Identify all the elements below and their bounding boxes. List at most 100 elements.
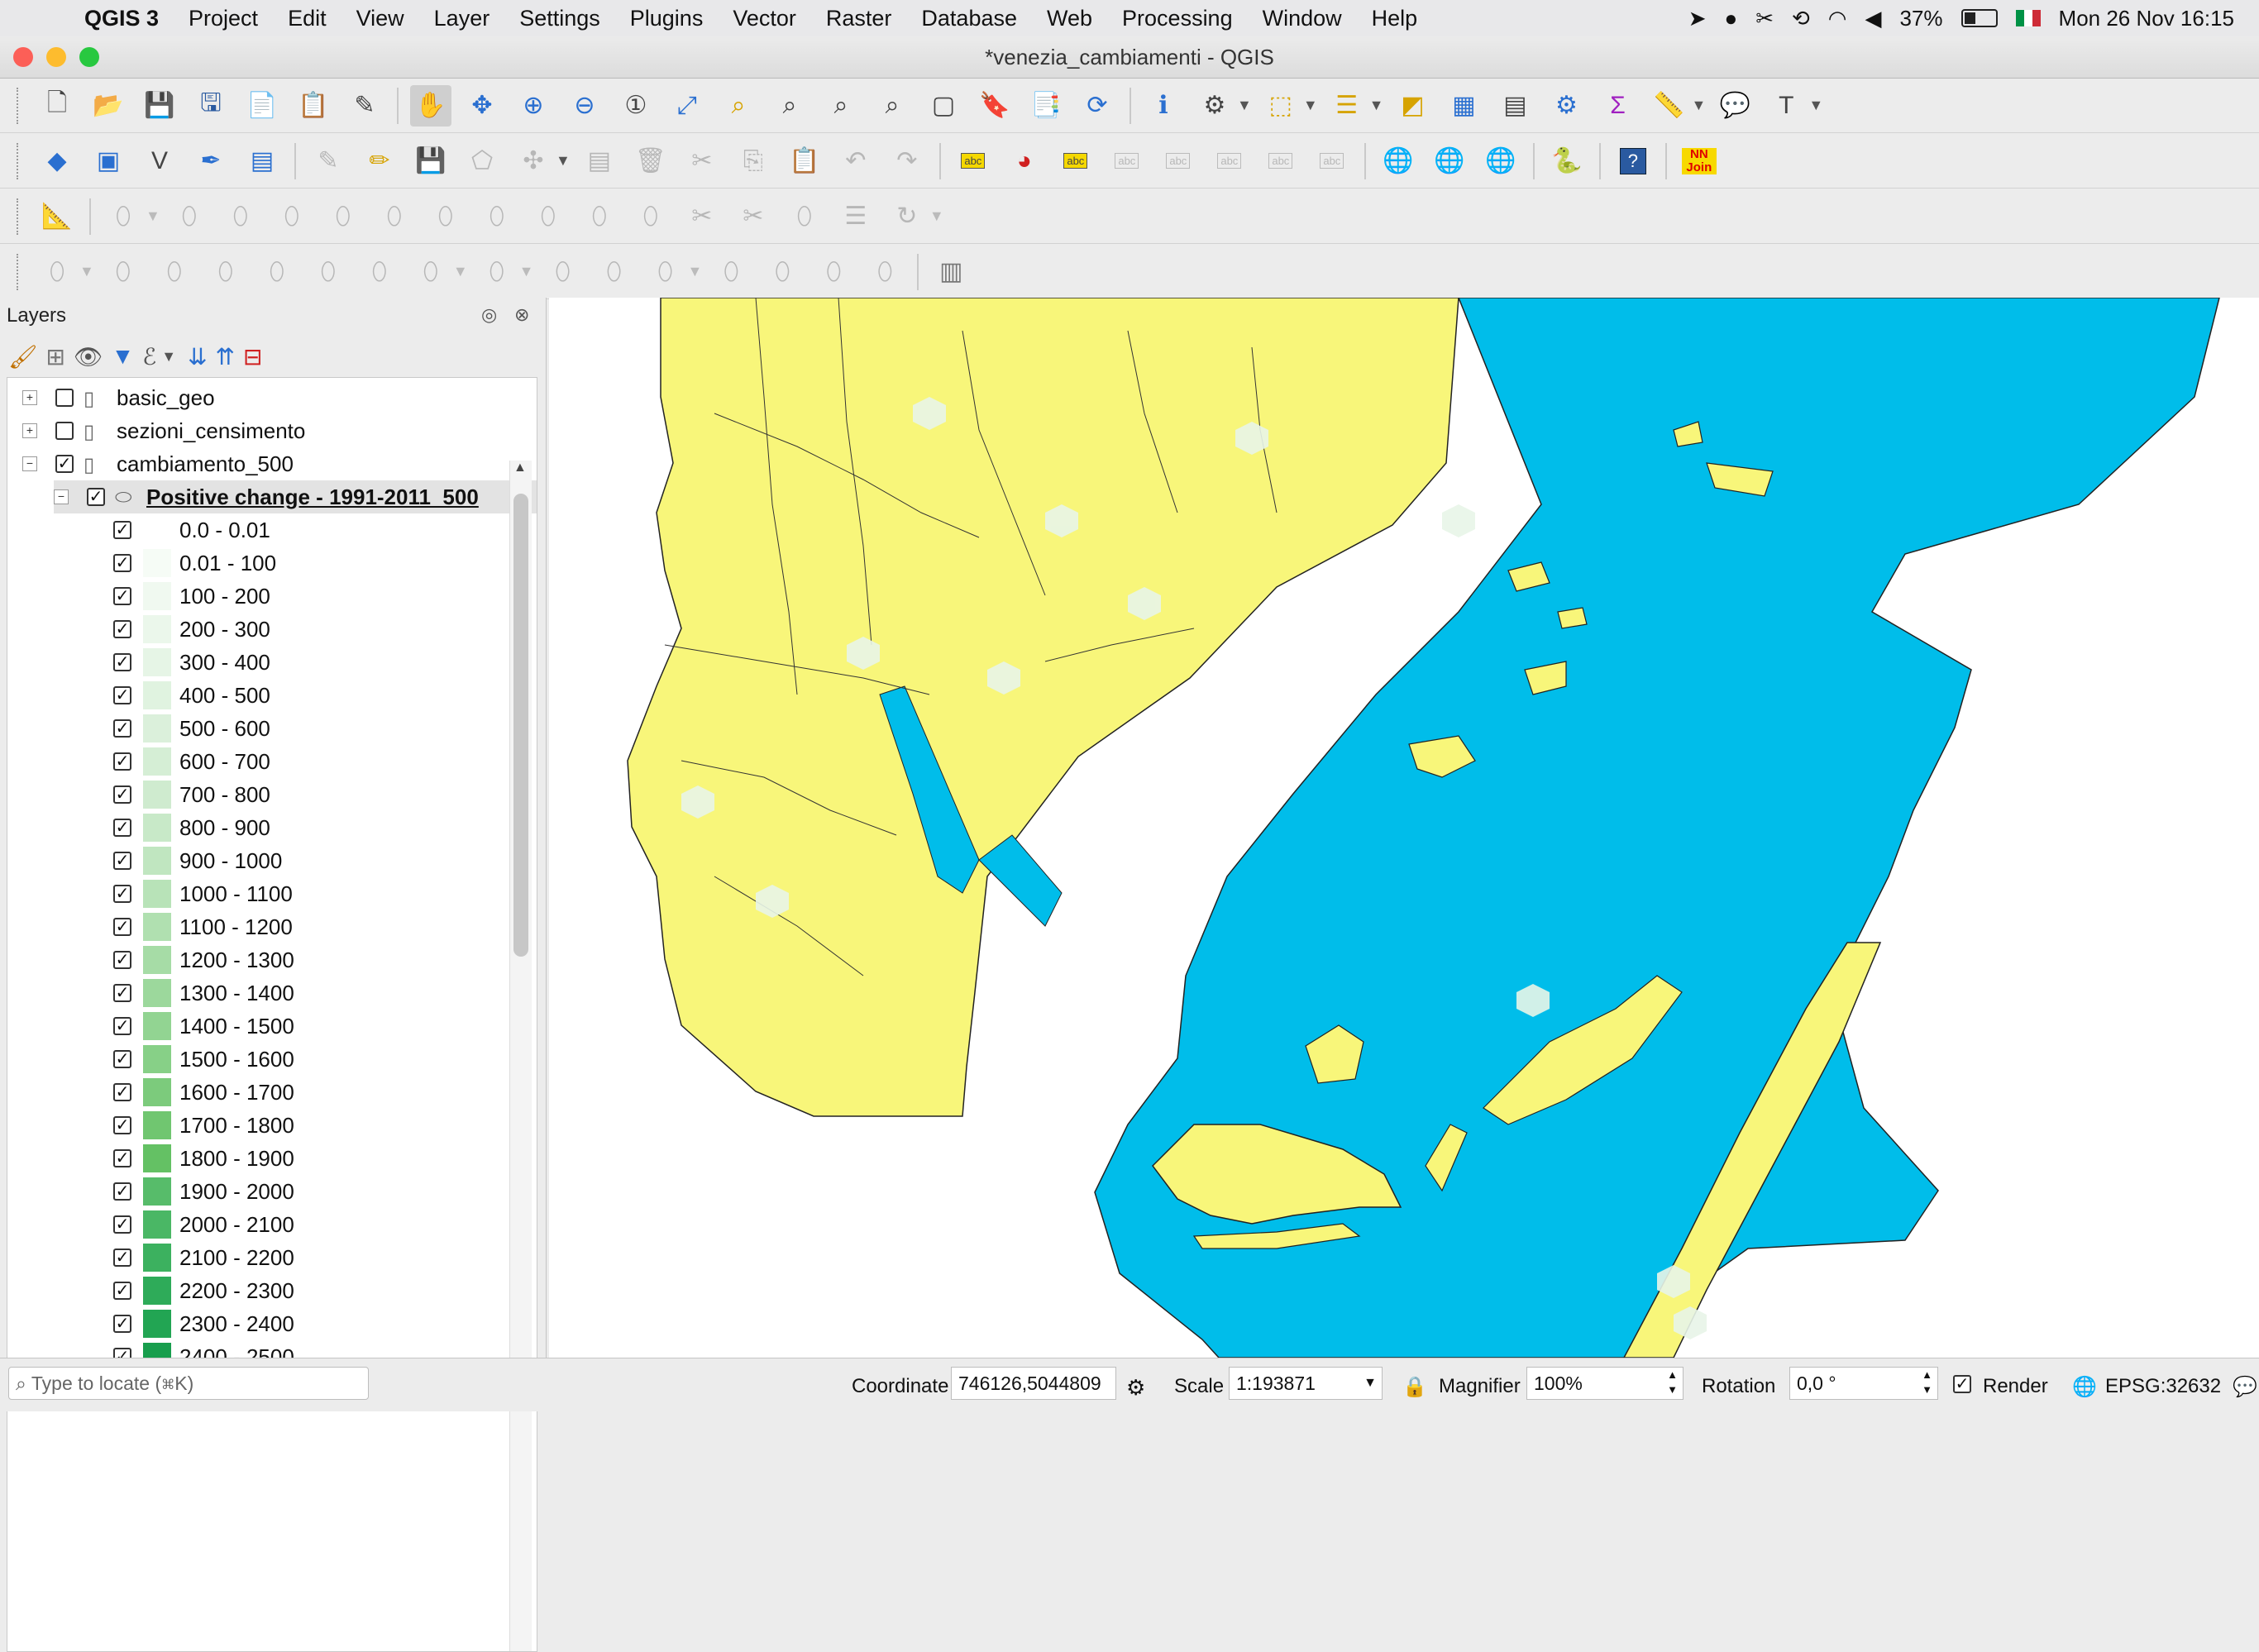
digitize-icon-c[interactable]: ⬯ bbox=[644, 251, 685, 293]
menu-raster[interactable]: Raster bbox=[811, 6, 907, 31]
new-map-view-icon[interactable]: ▢ bbox=[923, 85, 964, 127]
map-svg[interactable] bbox=[549, 298, 2259, 1358]
add-wms-layer-icon[interactable]: 🌐 bbox=[1378, 141, 1419, 182]
legend-class-row[interactable]: ✓ 1600 - 1700 bbox=[113, 1076, 537, 1109]
merge-features-icon[interactable]: ⬯ bbox=[784, 196, 825, 237]
legend-class-checkbox[interactable]: ✓ bbox=[113, 1182, 131, 1201]
text-annotation-icon[interactable]: T bbox=[1765, 85, 1807, 127]
tray-arrow-icon[interactable]: ➤ bbox=[1688, 6, 1707, 31]
legend-class-row[interactable]: ✓ 0.01 - 100 bbox=[113, 547, 537, 580]
locator-search-input[interactable]: ⌕ Type to locate (⌘K) bbox=[8, 1367, 369, 1400]
scale-combobox[interactable]: 1:193871 ▼ bbox=[1229, 1367, 1383, 1400]
chevron-down-icon[interactable]: ▼ bbox=[1364, 1368, 1377, 1399]
open-layer-styling-icon[interactable]: 🖌 bbox=[8, 343, 38, 370]
legend-class-row[interactable]: ✓ 1300 - 1400 bbox=[113, 976, 537, 1010]
modify-attributes-icon[interactable]: ▤ bbox=[579, 141, 620, 182]
volume-icon[interactable]: ◀ bbox=[1865, 6, 1881, 31]
rotate-label-icon[interactable]: abc bbox=[1260, 141, 1301, 182]
legend-class-checkbox[interactable]: ✓ bbox=[113, 1249, 131, 1267]
expand-toggle-icon[interactable]: + bbox=[22, 390, 37, 405]
layer-row[interactable]: − ✓ ▯ cambiamento_500 bbox=[22, 447, 518, 480]
menu-settings[interactable]: Settings bbox=[504, 6, 615, 31]
digitize-icon-a[interactable]: ⬯ bbox=[542, 251, 583, 293]
legend-class-checkbox[interactable]: ✓ bbox=[113, 885, 131, 903]
menu-processing[interactable]: Processing bbox=[1107, 6, 1248, 31]
digitize-icon-e[interactable]: ⬯ bbox=[762, 251, 803, 293]
legend-class-row[interactable]: ✓ 0.0 - 0.01 bbox=[113, 513, 537, 547]
digitize-icon-d[interactable]: ⬯ bbox=[710, 251, 752, 293]
map-canvas[interactable] bbox=[549, 298, 2259, 1358]
add-wfs-layer-icon[interactable]: 🌐 bbox=[1429, 141, 1470, 182]
legend-class-checkbox[interactable]: ✓ bbox=[113, 653, 131, 671]
spinbox-arrows-icon[interactable]: ▲ ▼ bbox=[1922, 1368, 1932, 1397]
reshape-features-icon[interactable]: ⬯ bbox=[579, 196, 620, 237]
copy-features-icon[interactable]: ⎘ bbox=[733, 141, 774, 182]
new-bookmark-icon[interactable]: 🔖 bbox=[974, 85, 1015, 127]
menu-view[interactable]: View bbox=[341, 6, 419, 31]
legend-class-checkbox[interactable]: ✓ bbox=[113, 1050, 131, 1068]
legend-class-row[interactable]: ✓ 900 - 1000 bbox=[113, 844, 537, 877]
select-by-freehand-icon[interactable]: ⬯ bbox=[410, 251, 451, 293]
battery-icon[interactable] bbox=[1961, 9, 1998, 27]
select-by-value-icon[interactable]: ☰ bbox=[1326, 85, 1368, 127]
scrollbar-thumb[interactable] bbox=[513, 494, 528, 957]
legend-class-checkbox[interactable]: ✓ bbox=[113, 819, 131, 837]
digitize-icon-f[interactable]: ⬯ bbox=[813, 251, 854, 293]
statistics-summary-icon[interactable]: ▤ bbox=[1494, 85, 1535, 127]
legend-class-row[interactable]: ✓ 400 - 500 bbox=[113, 679, 537, 712]
pan-to-selection-icon[interactable]: ✥ bbox=[461, 85, 503, 127]
close-panel-icon[interactable]: ⊗ bbox=[514, 304, 529, 326]
menu-edit[interactable]: Edit bbox=[273, 6, 341, 31]
zoom-to-selection-icon[interactable]: ⌕ bbox=[718, 85, 759, 127]
legend-class-checkbox[interactable]: ✓ bbox=[113, 852, 131, 870]
lock-scale-icon[interactable]: 🔒 bbox=[1402, 1375, 1427, 1399]
paste-features-icon[interactable]: 📋 bbox=[784, 141, 825, 182]
legend-class-checkbox[interactable]: ✓ bbox=[113, 719, 131, 738]
legend-class-row[interactable]: ✓ 700 - 800 bbox=[113, 778, 537, 811]
legend-class-row[interactable]: ✓ 1900 - 2000 bbox=[113, 1175, 537, 1208]
rotate-point-symbols-icon[interactable]: ↻ bbox=[886, 196, 928, 237]
minimize-window-button[interactable] bbox=[46, 47, 66, 67]
legend-class-checkbox[interactable]: ✓ bbox=[113, 1215, 131, 1234]
attribute-table-icon[interactable]: ▦ bbox=[1443, 85, 1484, 127]
scroll-up-icon[interactable]: ▲ bbox=[513, 461, 527, 475]
add-ring-icon[interactable]: ⬯ bbox=[322, 196, 364, 237]
refresh-icon[interactable]: ⟳ bbox=[1077, 85, 1118, 127]
legend-class-checkbox[interactable]: ✓ bbox=[113, 521, 131, 539]
diagram-options-icon[interactable]: ◕ bbox=[1004, 141, 1045, 182]
cut-features-icon[interactable]: ✂ bbox=[681, 141, 723, 182]
layer-row[interactable]: + ▯ basic_geo bbox=[22, 381, 518, 414]
add-part-icon[interactable]: ⬯ bbox=[374, 196, 415, 237]
expand-toggle-icon[interactable]: − bbox=[54, 489, 69, 504]
toolbar-grip[interactable] bbox=[17, 253, 23, 290]
render-checkbox[interactable]: ✓ bbox=[1953, 1372, 1971, 1395]
crs-label[interactable]: EPSG:32632 bbox=[2105, 1375, 2221, 1398]
select-by-polygon-icon[interactable]: ⬯ bbox=[359, 251, 400, 293]
clock[interactable]: Mon 26 Nov 16:15 bbox=[2059, 6, 2234, 31]
add-regular-polygon-icon[interactable]: ⬯ bbox=[205, 251, 246, 293]
move-feature-icon[interactable]: ⬯ bbox=[169, 196, 210, 237]
open-project-icon[interactable]: 📂 bbox=[88, 85, 129, 127]
layer-labeling-icon[interactable]: abc bbox=[953, 141, 994, 182]
legend-class-row[interactable]: ✓ 1500 - 1600 bbox=[113, 1043, 537, 1076]
move-label-icon[interactable]: abc bbox=[1209, 141, 1250, 182]
menu-database[interactable]: Database bbox=[906, 6, 1032, 31]
active-layer-row[interactable]: − ✓ ⬭ Positive change - 1991-2011_500 bbox=[54, 480, 537, 513]
gps-plugin-icon[interactable]: ▤ bbox=[241, 141, 283, 182]
add-feature-icon[interactable]: ⬠ bbox=[461, 141, 503, 182]
legend-class-checkbox[interactable]: ✓ bbox=[113, 752, 131, 771]
layer-visibility-checkbox[interactable] bbox=[55, 389, 74, 407]
legend-class-row[interactable]: ✓ 600 - 700 bbox=[113, 745, 537, 778]
identify-features-icon[interactable]: ℹ bbox=[1143, 85, 1184, 127]
messages-icon[interactable]: 💬 bbox=[2233, 1375, 2257, 1399]
legend-class-row[interactable]: ✓ 1800 - 1900 bbox=[113, 1142, 537, 1175]
remove-layer-icon[interactable]: ⊟ bbox=[243, 343, 262, 370]
zoom-full-icon[interactable]: ⤢ bbox=[666, 85, 708, 127]
add-circle-icon[interactable]: ⬯ bbox=[36, 251, 78, 293]
new-print-layout-icon[interactable]: 📄 bbox=[241, 85, 283, 127]
delete-part-icon[interactable]: ⬯ bbox=[528, 196, 569, 237]
zoom-window-button[interactable] bbox=[79, 47, 99, 67]
nnjoin-icon[interactable]: NN Join bbox=[1679, 141, 1720, 182]
menu-app-name[interactable]: QGIS 3 bbox=[69, 6, 174, 31]
legend-class-row[interactable]: ✓ 1100 - 1200 bbox=[113, 910, 537, 943]
